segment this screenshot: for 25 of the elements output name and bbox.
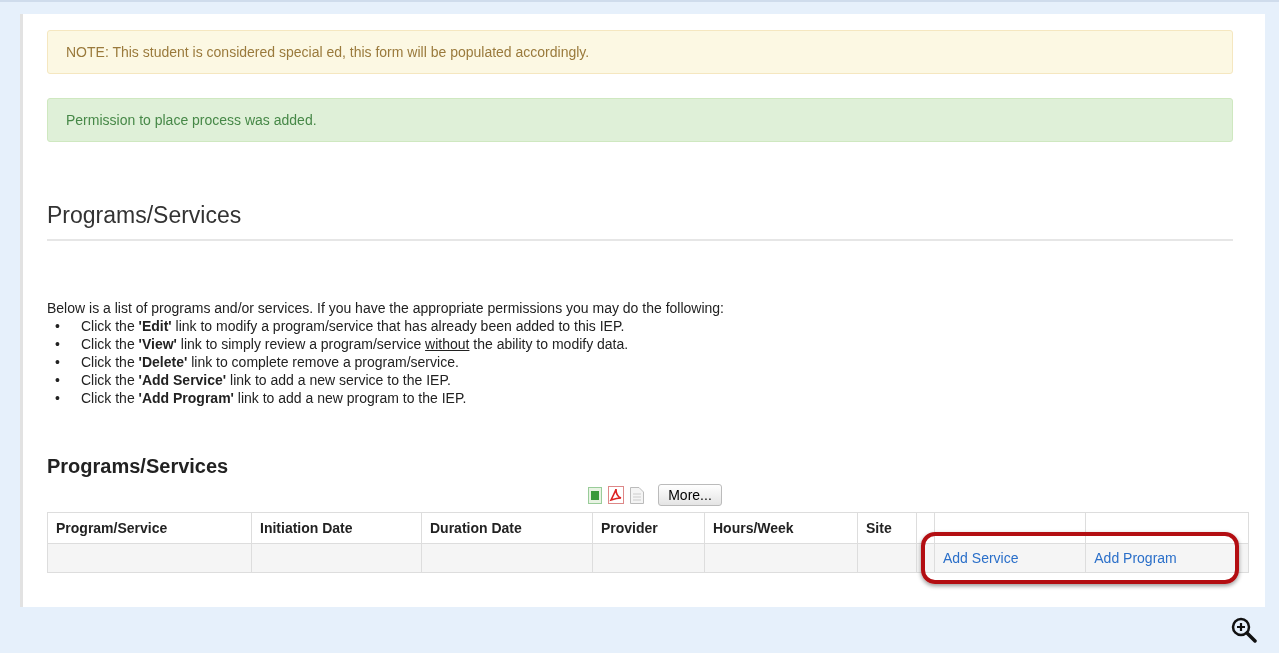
- instruction-text: Click the 'View' link to simply review a program/service without the ability to modify data.: [81, 335, 629, 353]
- bullet: •: [55, 389, 61, 407]
- bullet: •: [55, 335, 61, 353]
- column-header: Hours/Week: [704, 512, 858, 544]
- instruction-text: Click the 'Edit' link to modify a program/service that has already been added to this IEP.: [81, 317, 625, 335]
- table-heading: Programs/Services: [47, 455, 230, 478]
- warning-alert: NOTE: This student is considered special ed, this form will be populated accordingly.: [47, 30, 1233, 74]
- zoom-in-icon[interactable]: [1231, 617, 1257, 643]
- column-header: Program/Service: [47, 512, 252, 544]
- pdf-icon[interactable]: [608, 486, 625, 504]
- column-header: Provider: [592, 512, 705, 544]
- column-header: Initiation Date: [251, 512, 422, 544]
- bullet: •: [55, 353, 61, 371]
- section-heading: Programs/Services: [47, 202, 1233, 241]
- success-alert: Permission to place process was added.: [47, 98, 1233, 142]
- intro-text: Below is a list of programs and/or services. If you have the appropriate permissions you may do the following:: [47, 299, 725, 317]
- more-button[interactable]: More...: [658, 484, 722, 506]
- instruction-text: Click the 'Add Program' link to add a new program to the IEP.: [81, 389, 467, 407]
- column-header: Duration Date: [421, 512, 593, 544]
- spreadsheet-icon[interactable]: [588, 486, 603, 504]
- instruction-text: Click the 'Delete' link to complete remove a program/service.: [81, 353, 459, 371]
- bullet: •: [55, 371, 61, 389]
- column-header: Site: [857, 512, 917, 544]
- bullet: •: [55, 317, 61, 335]
- instruction-text: Click the 'Add Service' link to add a new service to the IEP.: [81, 371, 451, 389]
